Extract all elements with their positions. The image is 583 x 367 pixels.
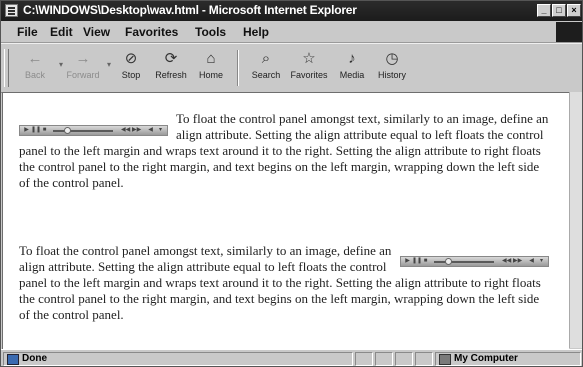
forward-arrow-icon: → bbox=[75, 50, 91, 67]
refresh-icon: ⟳ bbox=[164, 50, 178, 67]
chevron-down-icon[interactable]: ▾ bbox=[537, 258, 546, 265]
home-button[interactable]: ⌂ Home bbox=[191, 48, 231, 88]
status-panel-empty bbox=[375, 352, 393, 366]
favorites-star-icon: ☆ bbox=[302, 50, 316, 67]
pause-icon[interactable]: ❚❚ bbox=[412, 258, 422, 265]
menu-view[interactable]: View bbox=[83, 25, 110, 39]
seek-track[interactable] bbox=[434, 261, 494, 263]
refresh-button[interactable]: ⟳ Refresh bbox=[151, 48, 191, 88]
maximize-button[interactable]: □ bbox=[552, 4, 566, 17]
forward-label: Forward bbox=[66, 70, 100, 80]
stop-label: Stop bbox=[121, 70, 141, 80]
history-label: History bbox=[377, 70, 406, 80]
previous-icon[interactable]: ◀◀ bbox=[121, 127, 130, 134]
stop-icon[interactable]: ■ bbox=[40, 127, 49, 134]
paragraph-2-text: To float the control panel amongst text,… bbox=[19, 243, 541, 322]
security-zone-text: My Computer bbox=[454, 353, 518, 364]
search-button[interactable]: ⌕ Search bbox=[246, 48, 286, 88]
play-icon[interactable]: ▶ bbox=[22, 127, 31, 134]
media-button[interactable]: ♪ Media bbox=[332, 48, 372, 88]
previous-icon[interactable]: ◀◀ bbox=[502, 258, 511, 265]
page-content: ▶ ❚❚ ■ ◀◀ ▶▶ ◀ ▾ To float the control pa… bbox=[2, 92, 569, 349]
security-zone-panel: My Computer bbox=[435, 352, 581, 366]
back-arrow-icon: ← bbox=[27, 50, 43, 67]
media-player-control-left[interactable]: ▶ ❚❚ ■ ◀◀ ▶▶ ◀ ▾ bbox=[19, 125, 168, 136]
volume-icon[interactable]: ◀ bbox=[527, 258, 536, 265]
back-label: Back bbox=[24, 70, 45, 80]
menu-edit[interactable]: Edit bbox=[50, 25, 73, 39]
browser-window: C:\WINDOWS\Desktop\wav.html - Microsoft … bbox=[0, 0, 583, 367]
favorites-label: Favorites bbox=[290, 70, 328, 80]
menu-file[interactable]: File bbox=[17, 25, 38, 39]
media-player-control-right[interactable]: ▶ ❚❚ ■ ◀◀ ▶▶ ◀ ▾ bbox=[400, 256, 549, 267]
menu-bar: File Edit View Favorites Tools Help bbox=[1, 22, 582, 43]
windows-logo-icon bbox=[556, 22, 582, 42]
stop-icon: ⊘ bbox=[124, 50, 138, 67]
seek-thumb[interactable] bbox=[445, 258, 452, 265]
vertical-scrollbar[interactable] bbox=[569, 92, 582, 348]
minimize-button[interactable]: _ bbox=[537, 4, 551, 17]
volume-icon[interactable]: ◀ bbox=[146, 127, 155, 134]
history-button[interactable]: ◷ History bbox=[372, 48, 412, 88]
next-icon[interactable]: ▶▶ bbox=[132, 127, 141, 134]
chevron-down-icon[interactable]: ▾ bbox=[156, 127, 165, 134]
seek-thumb[interactable] bbox=[64, 127, 71, 134]
toolbar-separator bbox=[237, 50, 239, 86]
paragraph-left-float: ▶ ❚❚ ■ ◀◀ ▶▶ ◀ ▾ To float the control pa… bbox=[19, 111, 549, 191]
search-label: Search bbox=[251, 70, 281, 80]
computer-icon bbox=[439, 354, 451, 365]
page-icon bbox=[7, 354, 19, 365]
seek-track[interactable] bbox=[53, 130, 113, 132]
status-panel-empty bbox=[415, 352, 433, 366]
document-icon bbox=[5, 4, 18, 17]
back-button[interactable]: ← Back ▾ bbox=[15, 48, 63, 88]
menu-tools[interactable]: Tools bbox=[195, 25, 226, 39]
media-label: Media bbox=[339, 70, 365, 80]
status-text: Done bbox=[22, 353, 47, 364]
stop-button[interactable]: ⊘ Stop bbox=[111, 48, 151, 88]
status-bar: Done My Computer bbox=[1, 349, 582, 366]
standard-toolbar: ← Back ▾ → Forward ▾ ⊘ Stop ⟳ Refresh ⌂ … bbox=[1, 43, 582, 93]
menu-help[interactable]: Help bbox=[243, 25, 269, 39]
status-text-panel: Done bbox=[3, 352, 353, 366]
forward-button[interactable]: → Forward ▾ bbox=[63, 48, 111, 88]
title-bar[interactable]: C:\WINDOWS\Desktop\wav.html - Microsoft … bbox=[1, 1, 582, 21]
history-icon: ◷ bbox=[385, 50, 399, 67]
status-panel-empty bbox=[395, 352, 413, 366]
paragraph-right-float: ▶ ❚❚ ■ ◀◀ ▶▶ ◀ ▾ To float the control pa… bbox=[19, 243, 549, 323]
home-label: Home bbox=[198, 70, 223, 80]
next-icon[interactable]: ▶▶ bbox=[513, 258, 522, 265]
play-icon[interactable]: ▶ bbox=[403, 258, 412, 265]
favorites-button[interactable]: ☆ Favorites bbox=[289, 48, 329, 88]
toolbar-grip[interactable] bbox=[4, 49, 9, 87]
stop-icon[interactable]: ■ bbox=[421, 258, 430, 265]
menu-favorites[interactable]: Favorites bbox=[125, 25, 178, 39]
search-icon: ⌕ bbox=[261, 50, 271, 67]
status-panel-empty bbox=[355, 352, 373, 366]
pause-icon[interactable]: ❚❚ bbox=[31, 127, 41, 134]
window-title: C:\WINDOWS\Desktop\wav.html - Microsoft … bbox=[23, 3, 357, 17]
close-button[interactable]: × bbox=[567, 4, 581, 17]
paragraph-1-text: To float the control panel amongst text,… bbox=[19, 111, 549, 190]
refresh-label: Refresh bbox=[155, 70, 187, 80]
media-icon: ♪ bbox=[348, 50, 356, 67]
home-icon: ⌂ bbox=[206, 50, 216, 67]
